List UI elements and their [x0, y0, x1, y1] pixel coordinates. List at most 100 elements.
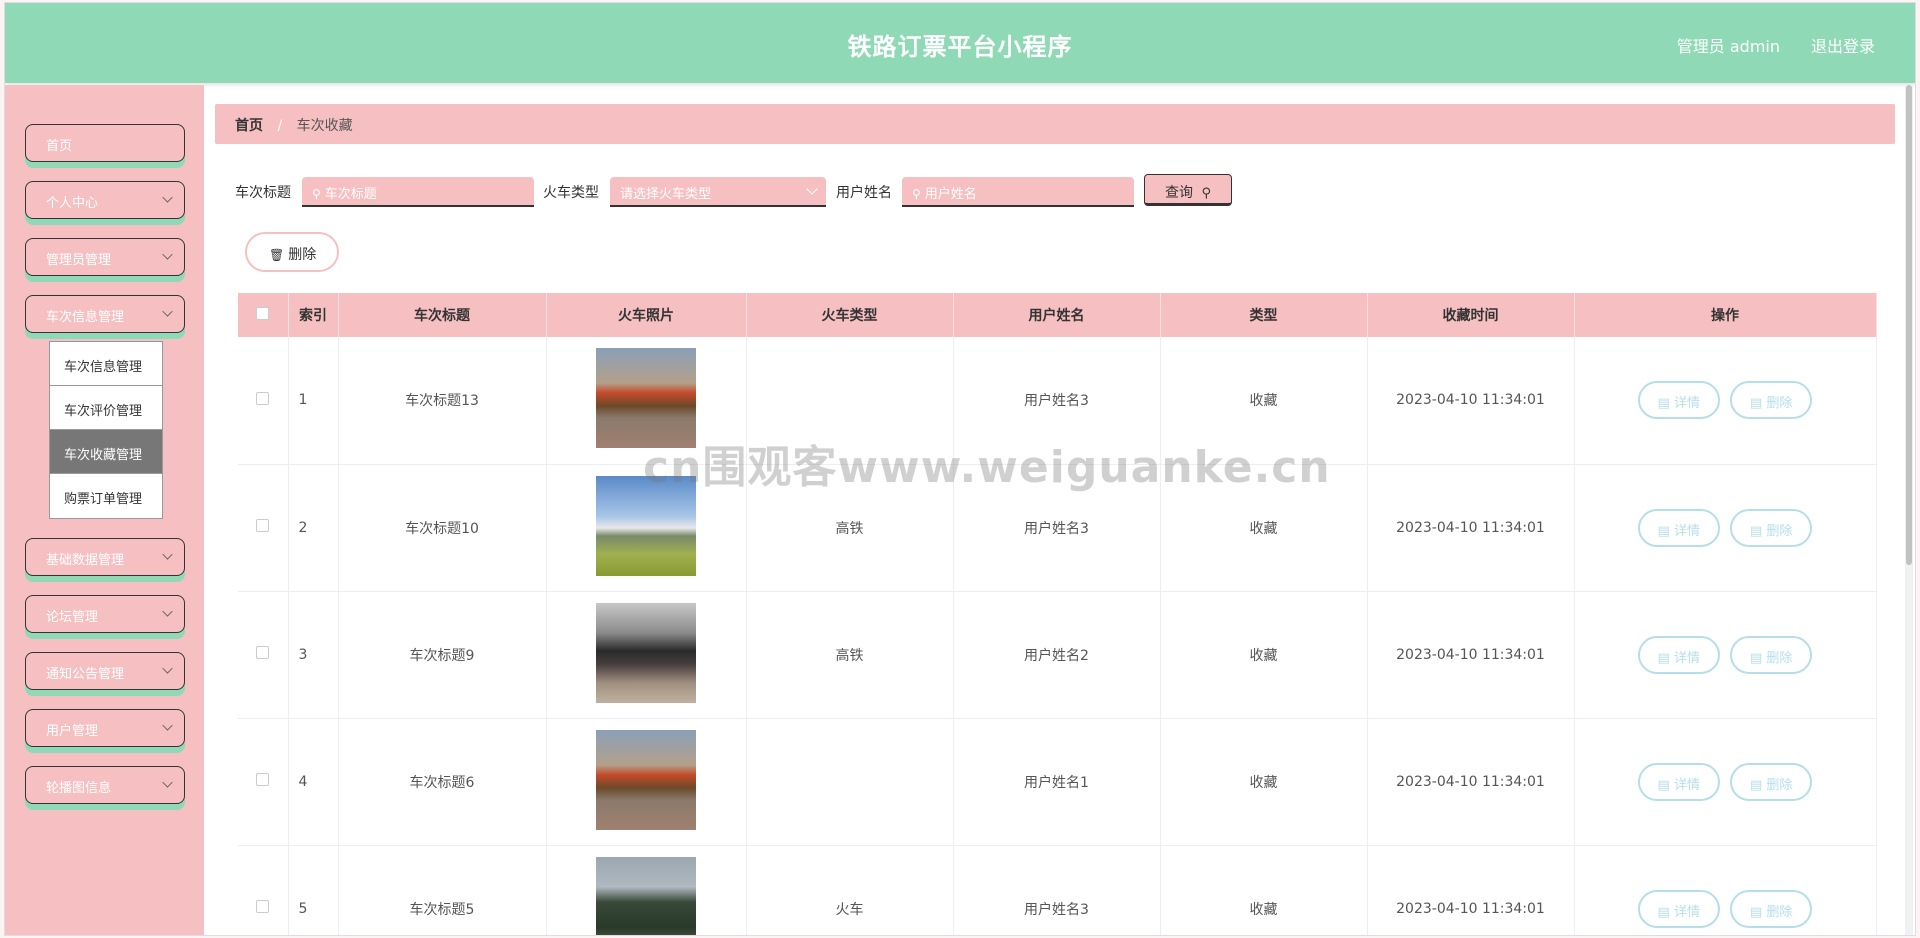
delete-button[interactable]: ▤ 删除 [1730, 762, 1813, 801]
row-photo-cell [546, 845, 747, 935]
row-time: 2023-04-10 11:34:01 [1367, 718, 1575, 846]
delete-button-label: 删除 [1766, 777, 1793, 793]
chevron-down-icon [162, 720, 173, 731]
sidebar-item-label: 管理员管理 [46, 253, 112, 268]
title-search-placeholder: 车次标题 [324, 187, 377, 202]
delete-button[interactable]: ▤ 删除 [1730, 381, 1813, 420]
vertical-scrollbar[interactable] [1905, 85, 1913, 935]
detail-button[interactable]: ▤ 详情 [1637, 635, 1720, 674]
train-photo[interactable] [596, 475, 696, 576]
row-select-cell[interactable] [238, 337, 289, 465]
sidebar-item-label: 通知公告管理 [46, 667, 125, 682]
row-actions: ▤ 详情 ▤ 删除 [1574, 337, 1877, 465]
title-search-input[interactable]: ⚲ 车次标题 [302, 177, 534, 207]
sidebar-item-home[interactable]: 首页 [25, 124, 185, 162]
table-row: 3 车次标题9 高铁 用户姓名2 收藏 2023-04-10 11:34:01 … [238, 591, 1877, 719]
sidebar-item-label: 车次信息管理 [46, 310, 125, 325]
chevron-down-icon [162, 192, 173, 203]
submenu-item-ticket-orders[interactable]: 购票订单管理 [50, 474, 162, 518]
row-index: 3 [288, 591, 339, 719]
row-photo-cell [546, 718, 747, 846]
delete-button-label: 删除 [1766, 396, 1793, 412]
sidebar-item-label: 用户管理 [46, 724, 99, 739]
train-photo[interactable] [596, 729, 696, 830]
sidebar-item-users[interactable]: 用户管理 [25, 709, 185, 747]
column-header: 车次标题 [338, 293, 547, 337]
sidebar-item-basic-data[interactable]: 基础数据管理 [25, 538, 185, 576]
sidebar-item-label: 论坛管理 [46, 610, 99, 625]
row-index: 4 [288, 718, 339, 846]
row-time: 2023-04-10 11:34:01 [1367, 845, 1575, 935]
row-index: 1 [288, 337, 339, 465]
sidebar-item-forum[interactable]: 论坛管理 [25, 595, 185, 633]
row-train-type [746, 718, 954, 846]
trash-icon: ▤ [1750, 777, 1767, 793]
sidebar-item-carousel[interactable]: 轮播图信息 [25, 766, 185, 804]
row-title: 车次标题10 [338, 464, 547, 592]
detail-button[interactable]: ▤ 详情 [1637, 889, 1720, 928]
row-checkbox[interactable] [256, 519, 270, 532]
row-select-cell[interactable] [238, 464, 289, 592]
row-kind: 收藏 [1160, 591, 1368, 719]
detail-button[interactable]: ▤ 详情 [1637, 381, 1720, 420]
delete-button[interactable]: ▤ 删除 [1730, 508, 1813, 547]
detail-button[interactable]: ▤ 详情 [1637, 762, 1720, 801]
bulk-delete-label: 删除 [288, 247, 317, 263]
train-photo[interactable] [596, 856, 696, 935]
row-checkbox[interactable] [256, 773, 270, 786]
row-checkbox[interactable] [256, 646, 270, 659]
sidebar-item-notices[interactable]: 通知公告管理 [25, 652, 185, 690]
train-type-placeholder: 请选择火车类型 [620, 187, 712, 202]
detail-button-label: 详情 [1673, 396, 1700, 412]
admin-username: 管理员 admin [1676, 37, 1780, 56]
submenu-item-train-favorites[interactable]: 车次收藏管理 [50, 430, 162, 474]
row-title: 车次标题5 [338, 845, 547, 935]
detail-button[interactable]: ▤ 详情 [1637, 508, 1720, 547]
bulk-delete-button[interactable]: 🗑 删除 [245, 232, 339, 272]
table-row: 5 车次标题5 火车 用户姓名3 收藏 2023-04-10 11:34:01 … [238, 845, 1877, 935]
delete-button[interactable]: ▤ 删除 [1730, 889, 1813, 928]
row-photo-cell [546, 464, 747, 592]
row-title: 车次标题9 [338, 591, 547, 719]
delete-button[interactable]: ▤ 删除 [1730, 635, 1813, 674]
row-select-cell[interactable] [238, 718, 289, 846]
sidebar-item-label: 首页 [46, 139, 73, 154]
table-row: 4 车次标题6 用户姓名1 收藏 2023-04-10 11:34:01 ▤ 详… [238, 718, 1877, 846]
app-frame: 铁路订票平台小程序 管理员 admin 退出登录 首页 个人中心 管理员管理 车… [4, 2, 1916, 936]
query-button-label: 查询 [1165, 185, 1193, 201]
query-button[interactable]: 查询 ⚲ [1144, 174, 1232, 206]
row-user: 用户姓名2 [953, 591, 1161, 719]
row-user: 用户姓名3 [953, 337, 1161, 465]
detail-button-label: 详情 [1673, 904, 1700, 920]
row-select-cell[interactable] [238, 591, 289, 719]
sidebar-item-profile[interactable]: 个人中心 [25, 181, 185, 219]
row-actions: ▤ 详情 ▤ 删除 [1574, 845, 1877, 935]
select-all-header[interactable] [238, 293, 289, 337]
title-filter-label: 车次标题 [235, 185, 291, 201]
sidebar-item-admins[interactable]: 管理员管理 [25, 238, 185, 276]
scrollbar-thumb[interactable] [1906, 85, 1912, 565]
submenu-item-train-info[interactable]: 车次信息管理 [50, 342, 162, 386]
trash-icon: ▤ [1750, 396, 1767, 412]
breadcrumb-home[interactable]: 首页 [235, 118, 263, 134]
sidebar-item-label: 轮播图信息 [46, 781, 112, 796]
row-checkbox[interactable] [256, 900, 270, 913]
search-icon: ⚲ [912, 187, 921, 201]
select-all-checkbox[interactable] [256, 306, 270, 320]
row-checkbox[interactable] [256, 391, 270, 405]
column-header: 火车照片 [546, 293, 747, 337]
row-select-cell[interactable] [238, 845, 289, 935]
sidebar-item-trains[interactable]: 车次信息管理 [25, 295, 185, 333]
train-type-select[interactable]: 请选择火车类型 [610, 177, 826, 207]
column-header: 收藏时间 [1367, 293, 1575, 337]
logout-link[interactable]: 退出登录 [1811, 33, 1875, 57]
app-title: 铁路订票平台小程序 [847, 33, 1073, 61]
train-photo[interactable] [596, 348, 696, 449]
row-time: 2023-04-10 11:34:01 [1367, 337, 1575, 465]
user-search-input[interactable]: ⚲ 用户姓名 [902, 177, 1134, 207]
train-photo[interactable] [596, 602, 696, 703]
user-filter-label: 用户姓名 [836, 185, 892, 201]
trash-icon: ▤ [1750, 904, 1767, 920]
row-actions: ▤ 详情 ▤ 删除 [1574, 591, 1877, 719]
submenu-item-train-reviews[interactable]: 车次评价管理 [50, 386, 162, 430]
